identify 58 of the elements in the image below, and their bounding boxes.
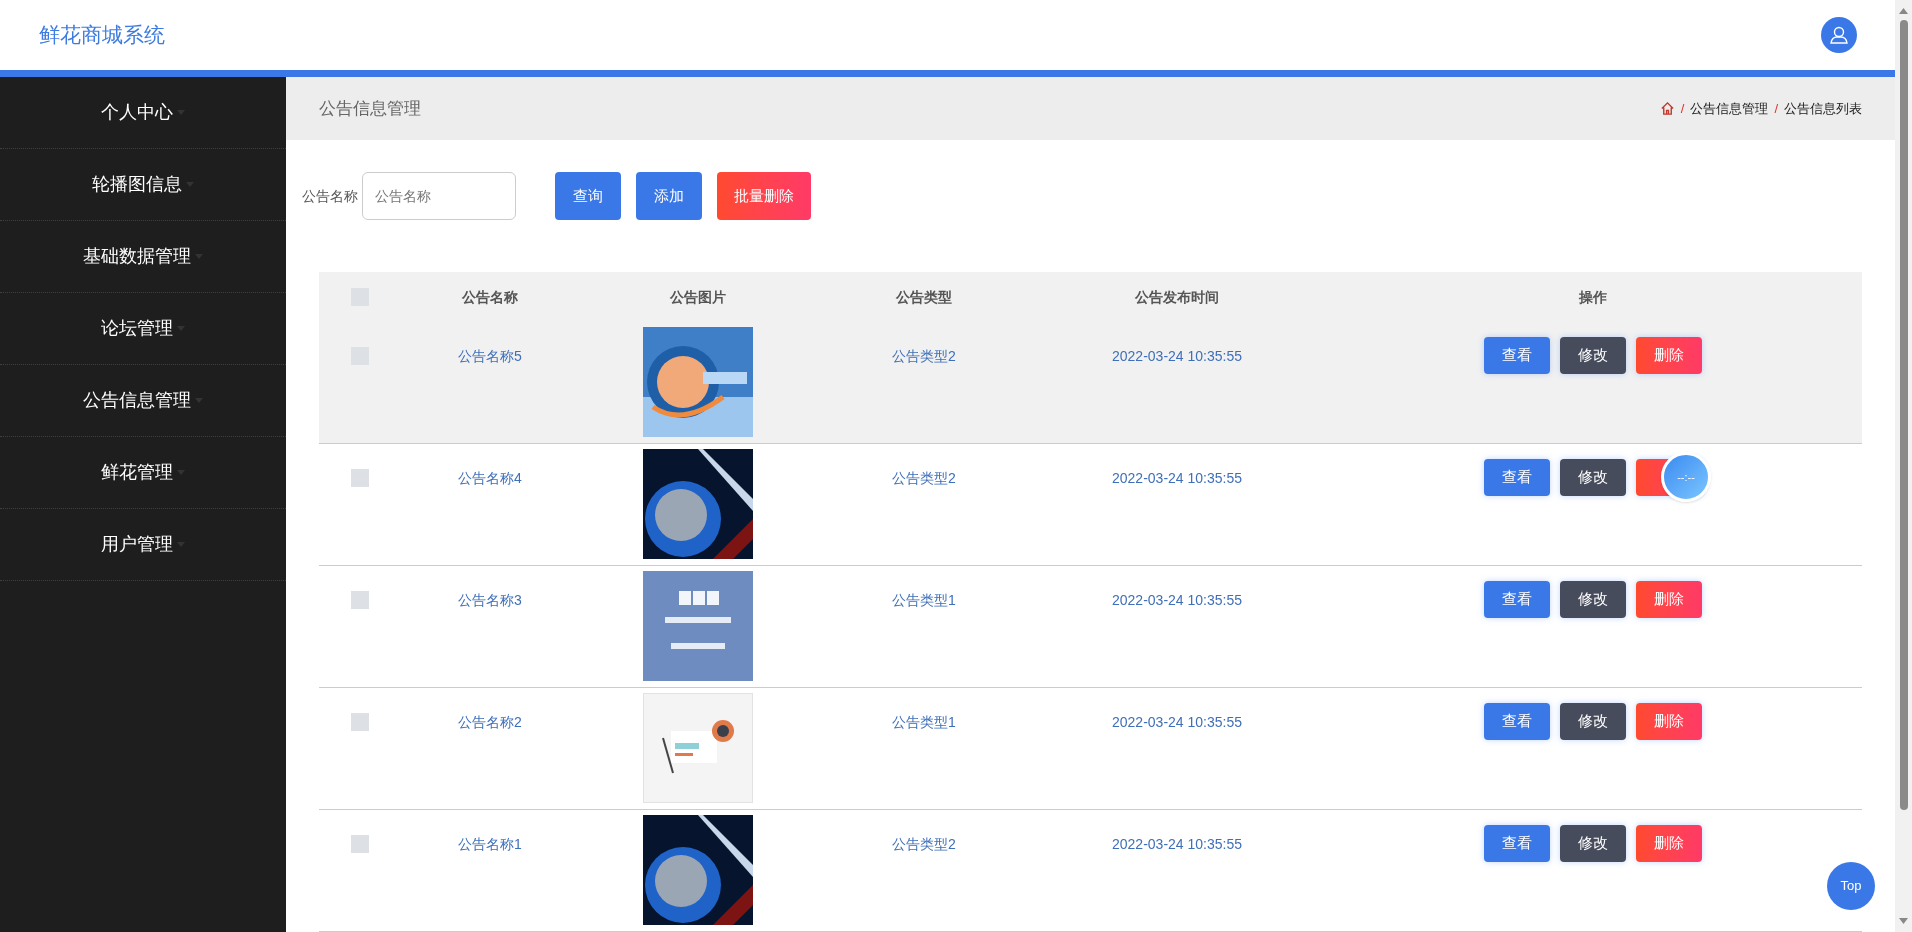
column-header: 公告发布时间: [1134, 287, 1220, 307]
scroll-up-icon[interactable]: [1899, 8, 1908, 14]
avatar-button[interactable]: [1821, 17, 1857, 53]
edit-button[interactable]: 修改: [1559, 825, 1626, 862]
sidebar-item[interactable]: 轮播图信息: [0, 149, 286, 221]
search-label: 公告名称: [302, 186, 358, 206]
row-checkbox[interactable]: [351, 713, 369, 731]
column-header: 操作: [1577, 287, 1608, 307]
edit-button[interactable]: 修改: [1559, 703, 1626, 740]
app-title: 鲜花商城系统: [39, 22, 165, 49]
name-cell: 公告名称3: [458, 592, 522, 608]
name-cell: 公告名称2: [458, 714, 522, 730]
type-cell: 公告类型1: [892, 592, 956, 608]
name-cell: 公告名称5: [458, 348, 522, 364]
time-cell: 2022-03-24 10:35:55: [1112, 836, 1242, 852]
edit-button[interactable]: 修改: [1559, 459, 1626, 496]
scrollbar-thumb[interactable]: [1899, 20, 1908, 810]
name-cell: 公告名称4: [458, 470, 522, 486]
view-button[interactable]: 查看: [1483, 825, 1550, 862]
page-title: 公告信息管理: [319, 97, 421, 120]
name-cell: 公告名称1: [458, 836, 522, 852]
edit-button[interactable]: 修改: [1559, 581, 1626, 618]
user-icon: [1829, 25, 1849, 45]
search-field[interactable]: 公告名称: [362, 172, 516, 220]
toolbar-button[interactable]: 查询: [555, 172, 621, 220]
column-header: 公告图片: [669, 287, 727, 307]
time-cell: 2022-03-24 10:35:55: [1112, 592, 1242, 608]
time-cell: 2022-03-24 10:35:55: [1112, 470, 1242, 486]
scrollbar[interactable]: [1895, 0, 1912, 932]
type-cell: 公告类型1: [892, 714, 956, 730]
view-button[interactable]: 查看: [1483, 581, 1550, 618]
toolbar-button[interactable]: 添加: [636, 172, 702, 220]
row-checkbox[interactable]: [351, 469, 369, 487]
scroll-down-icon[interactable]: [1899, 918, 1908, 924]
edit-button[interactable]: 修改: [1559, 337, 1626, 374]
home-icon[interactable]: [1659, 101, 1675, 116]
time-cell: 2022-03-24 10:35:55: [1112, 348, 1242, 364]
sidebar-item[interactable]: 用户管理: [0, 509, 286, 581]
column-header: 公告名称: [461, 287, 519, 307]
sidebar-item[interactable]: 公告信息管理: [0, 365, 286, 437]
type-cell: 公告类型2: [892, 348, 956, 364]
sidebar-item[interactable]: 基础数据管理: [0, 221, 286, 293]
breadcrumb-link[interactable]: 公告信息列表: [1784, 98, 1862, 119]
breadcrumb-link[interactable]: 公告信息管理: [1690, 98, 1769, 119]
view-button[interactable]: 查看: [1483, 459, 1550, 496]
breadcrumb-separator: /: [1680, 99, 1685, 118]
view-button[interactable]: 查看: [1483, 703, 1550, 740]
sidebar-item[interactable]: 论坛管理: [0, 293, 286, 365]
row-checkbox[interactable]: [351, 835, 369, 853]
breadcrumb-separator: /: [1774, 99, 1778, 118]
sidebar-item[interactable]: 鲜花管理: [0, 437, 286, 509]
column-header: 公告类型: [895, 287, 953, 307]
time-cell: 2022-03-24 10:35:55: [1112, 714, 1242, 730]
back-to-top-button[interactable]: Top: [1827, 862, 1875, 910]
type-cell: 公告类型2: [892, 470, 956, 486]
view-button[interactable]: 查看: [1483, 337, 1550, 374]
type-cell: 公告类型2: [892, 836, 956, 852]
row-checkbox[interactable]: [351, 591, 369, 609]
